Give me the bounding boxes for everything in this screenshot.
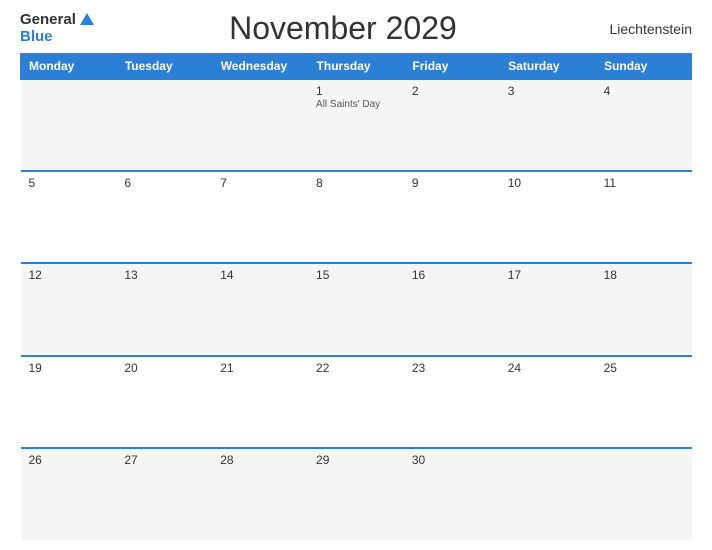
- calendar-cell: 18: [596, 263, 692, 355]
- day-number: 6: [124, 176, 204, 190]
- day-number: 22: [316, 361, 396, 375]
- holiday-label: All Saints' Day: [316, 99, 396, 110]
- calendar-week-row: 5 6 7 8 9 10 11: [21, 171, 692, 263]
- logo-blue-text: Blue: [20, 29, 53, 46]
- calendar-cell: 16: [404, 263, 500, 355]
- calendar-cell: 28: [212, 448, 308, 540]
- calendar-cell: [21, 79, 117, 171]
- calendar-cell: 19: [21, 356, 117, 448]
- weekday-header-sunday: Sunday: [596, 54, 692, 80]
- logo: General Blue: [20, 12, 94, 45]
- calendar-cell: 13: [116, 263, 212, 355]
- calendar-cell: 5: [21, 171, 117, 263]
- logo-triangle-icon: [80, 13, 94, 25]
- day-number: 10: [508, 176, 588, 190]
- day-number: 14: [220, 268, 300, 282]
- calendar-cell: 3: [500, 79, 596, 171]
- day-number: 17: [508, 268, 588, 282]
- calendar-table: MondayTuesdayWednesdayThursdayFridaySatu…: [20, 53, 692, 540]
- calendar-cell: 22: [308, 356, 404, 448]
- calendar-cell: 25: [596, 356, 692, 448]
- calendar-header: General Blue November 2029 Liechtenstein: [20, 10, 692, 47]
- weekday-header-tuesday: Tuesday: [116, 54, 212, 80]
- calendar-cell: 23: [404, 356, 500, 448]
- day-number: 5: [29, 176, 109, 190]
- day-number: 23: [412, 361, 492, 375]
- day-number: 20: [124, 361, 204, 375]
- day-number: 13: [124, 268, 204, 282]
- calendar-title: November 2029: [229, 10, 457, 47]
- weekday-header-row: MondayTuesdayWednesdayThursdayFridaySatu…: [21, 54, 692, 80]
- calendar-cell: 6: [116, 171, 212, 263]
- calendar-cell: [500, 448, 596, 540]
- day-number: 24: [508, 361, 588, 375]
- day-number: 19: [29, 361, 109, 375]
- calendar-cell: 29: [308, 448, 404, 540]
- calendar-week-row: 1All Saints' Day 2 3 4: [21, 79, 692, 171]
- calendar-cell: 1All Saints' Day: [308, 79, 404, 171]
- calendar-week-row: 26 27 28 29 30: [21, 448, 692, 540]
- day-number: 28: [220, 453, 300, 467]
- calendar-cell: 27: [116, 448, 212, 540]
- day-number: 25: [604, 361, 684, 375]
- calendar-week-row: 19 20 21 22 23 24 25: [21, 356, 692, 448]
- day-number: 3: [508, 84, 588, 98]
- calendar-cell: [596, 448, 692, 540]
- weekday-header-monday: Monday: [21, 54, 117, 80]
- calendar-cell: 9: [404, 171, 500, 263]
- weekday-header-wednesday: Wednesday: [212, 54, 308, 80]
- day-number: 11: [604, 176, 684, 190]
- calendar-cell: [116, 79, 212, 171]
- calendar-cell: [212, 79, 308, 171]
- day-number: 27: [124, 453, 204, 467]
- day-number: 26: [29, 453, 109, 467]
- calendar-cell: 7: [212, 171, 308, 263]
- calendar-cell: 11: [596, 171, 692, 263]
- logo-general-text: General: [20, 12, 76, 29]
- day-number: 2: [412, 84, 492, 98]
- calendar-cell: 2: [404, 79, 500, 171]
- calendar-cell: 26: [21, 448, 117, 540]
- weekday-header-thursday: Thursday: [308, 54, 404, 80]
- calendar-cell: 15: [308, 263, 404, 355]
- calendar-cell: 17: [500, 263, 596, 355]
- day-number: 30: [412, 453, 492, 467]
- calendar-cell: 8: [308, 171, 404, 263]
- calendar-week-row: 12 13 14 15 16 17 18: [21, 263, 692, 355]
- calendar-cell: 21: [212, 356, 308, 448]
- country-label: Liechtenstein: [592, 21, 692, 37]
- calendar-cell: 10: [500, 171, 596, 263]
- day-number: 16: [412, 268, 492, 282]
- calendar-cell: 4: [596, 79, 692, 171]
- calendar-cell: 20: [116, 356, 212, 448]
- day-number: 29: [316, 453, 396, 467]
- day-number: 4: [604, 84, 684, 98]
- day-number: 9: [412, 176, 492, 190]
- day-number: 21: [220, 361, 300, 375]
- day-number: 1: [316, 84, 396, 98]
- day-number: 15: [316, 268, 396, 282]
- day-number: 8: [316, 176, 396, 190]
- weekday-header-saturday: Saturday: [500, 54, 596, 80]
- calendar-cell: 12: [21, 263, 117, 355]
- calendar-cell: 30: [404, 448, 500, 540]
- calendar-cell: 14: [212, 263, 308, 355]
- day-number: 18: [604, 268, 684, 282]
- weekday-header-friday: Friday: [404, 54, 500, 80]
- calendar-cell: 24: [500, 356, 596, 448]
- day-number: 12: [29, 268, 109, 282]
- day-number: 7: [220, 176, 300, 190]
